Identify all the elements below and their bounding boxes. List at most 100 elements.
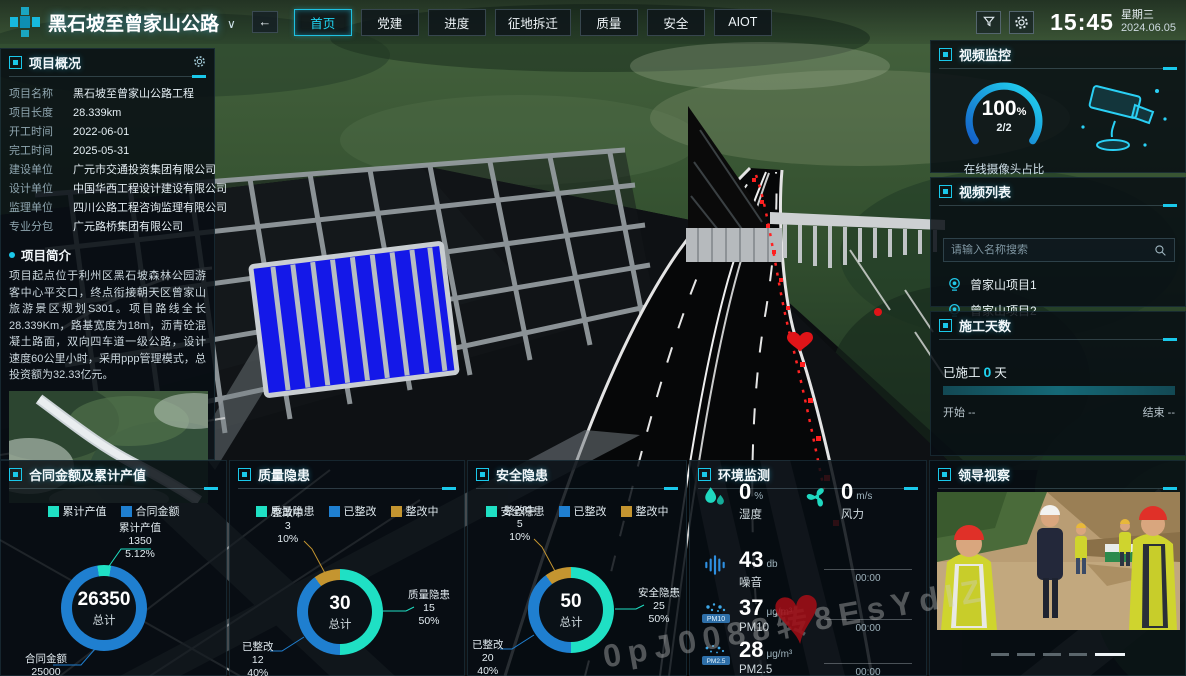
chart-legend: 累计产值 合同金额 xyxy=(1,503,226,519)
weekday: 星期三 xyxy=(1121,9,1176,22)
carousel-dash-active[interactable] xyxy=(1095,653,1125,656)
top-bar: 黑石坡至曾家山公路 ∨ ← 首页 党建 进度 征地拆迁 质量 安全 AIOT 1… xyxy=(0,0,1186,44)
project-overview-panel: 项目概况 项目名称黑石坡至曾家山公路工程 项目长度28.339km 开工时间20… xyxy=(0,48,215,460)
carousel-dash[interactable] xyxy=(1017,653,1035,656)
cctv-camera-icon xyxy=(1071,79,1175,165)
humidity-icon xyxy=(702,481,732,515)
carousel-dash[interactable] xyxy=(991,653,1009,656)
chevron-down-icon[interactable]: ∨ xyxy=(227,17,236,31)
days-progress-bar xyxy=(943,386,1175,395)
svg-text:PM10: PM10 xyxy=(707,616,725,623)
bullet-icon xyxy=(9,252,15,258)
quality-hazard-panel: 质量隐患 质量隐患 已整改 整改中 30 总计 整改中310% xyxy=(229,460,465,676)
panel-title: 视频列表 xyxy=(959,182,1011,201)
panel-title: 项目概况 xyxy=(29,53,81,72)
time: 15:45 xyxy=(1050,9,1114,36)
tab-progress[interactable]: 进度 xyxy=(428,9,486,36)
blue-sign-board xyxy=(251,243,457,395)
panel-bracket-icon xyxy=(238,468,251,481)
pm10-trend-axis: 00:00 xyxy=(824,619,912,634)
panel-bracket-icon xyxy=(9,56,22,69)
picture-icon xyxy=(938,468,951,481)
callout-contract: 合同金额2500094.88% xyxy=(25,653,67,676)
app-logo-icon xyxy=(10,7,40,37)
tab-safety[interactable]: 安全 xyxy=(647,9,705,36)
filter-button[interactable] xyxy=(976,11,1001,34)
back-button[interactable]: ← xyxy=(252,11,278,33)
noise-icon xyxy=(702,549,732,583)
construction-days-panel: 施工天数 已施工0天 开始 -- 结束 -- xyxy=(930,311,1186,456)
photo-carousel xyxy=(930,653,1185,656)
filter-icon xyxy=(982,15,996,29)
callout-output: 累计产值13505.12% xyxy=(119,522,161,561)
panel-bracket-icon xyxy=(9,468,22,481)
field-row: 建设单位广元市交通投资集团有限公司 xyxy=(9,161,206,180)
overview-fields: 项目名称黑石坡至曾家山公路工程 项目长度28.339km 开工时间2022-06… xyxy=(1,77,214,239)
camera-online-gauge: 100% 2/2 在线摄像头占比 xyxy=(949,73,1059,158)
field-row: 监理单位四川公路工程咨询监理有限公司 xyxy=(9,199,206,218)
field-row: 设计单位中国华西工程设计建设有限公司 xyxy=(9,180,206,199)
gear-icon xyxy=(1014,15,1029,30)
tab-party-building[interactable]: 党建 xyxy=(361,9,419,36)
clock: 15:45 星期三 2024.06.05 xyxy=(1050,9,1176,36)
metric-pm10: PM10 37μg/m³PM10 xyxy=(702,597,792,634)
svg-text:PM2.5: PM2.5 xyxy=(707,658,726,665)
end-label: 结束 -- xyxy=(1143,404,1175,420)
panel-gear-icon[interactable] xyxy=(193,55,206,71)
tab-home[interactable]: 首页 xyxy=(294,9,352,36)
callout-hazard: 质量隐患1550% xyxy=(408,589,450,628)
panel-bracket-icon xyxy=(939,319,952,332)
chart-legend: 质量隐患 已整改 整改中 xyxy=(230,503,464,519)
callout-fixing: 整改中510% xyxy=(504,505,536,544)
tab-aiot[interactable]: AIOT xyxy=(714,9,772,36)
panel-title: 领导视察 xyxy=(958,465,1010,484)
pm10-icon: PM10 xyxy=(702,597,732,631)
panel-title: 施工天数 xyxy=(959,316,1011,335)
video-list-panel: 视频列表 曾家山项目1 曾家山项目2 xyxy=(930,177,1186,307)
panel-bracket-icon xyxy=(939,185,952,198)
field-row: 专业分包广元路桥集团有限公司 xyxy=(9,218,206,237)
video-list-item[interactable]: 曾家山项目1 xyxy=(947,276,1037,293)
pm25-trend-axis: 00:00 xyxy=(824,663,912,676)
contract-output-panel: 合同金额及累计产值 累计产值 合同金额 26350 总计 累计产值13505.1… xyxy=(0,460,227,676)
tab-land-requisition[interactable]: 征地拆迁 xyxy=(495,9,571,36)
carousel-dash[interactable] xyxy=(1069,653,1087,656)
intro-title: 项目简介 xyxy=(21,245,71,264)
intro-text: 项目起点位于利州区黑石坡森林公园游客中心平交口，终点衔接朝天区曾家山旅游景区规划… xyxy=(1,266,214,386)
panel-title: 质量隐患 xyxy=(258,465,310,484)
pm25-icon: PM2.5 xyxy=(702,639,732,673)
metric-pm25: PM2.5 28μg/m³PM2.5 xyxy=(702,639,792,676)
field-row: 项目名称黑石坡至曾家山公路工程 xyxy=(9,85,206,104)
start-label: 开始 -- xyxy=(943,404,975,420)
panel-title: 安全隐患 xyxy=(496,465,548,484)
panel-title: 合同金额及累计产值 xyxy=(29,465,146,484)
chart-legend: 安全隐患 已整改 整改中 xyxy=(468,503,686,519)
field-row: 开工时间2022-06-01 xyxy=(9,123,206,142)
nav-tabs: 首页 党建 进度 征地拆迁 质量 安全 AIOT xyxy=(294,9,772,36)
callout-hazard: 安全隐患2550% xyxy=(638,587,680,626)
carousel-dash[interactable] xyxy=(1043,653,1061,656)
field-row: 完工时间2025-05-31 xyxy=(9,142,206,161)
panel-title: 视频监控 xyxy=(959,45,1011,64)
search-input[interactable] xyxy=(951,244,1154,256)
date: 2024.06.05 xyxy=(1121,22,1176,35)
search-icon[interactable] xyxy=(1154,244,1167,257)
safety-hazard-panel: 安全隐患 安全隐患 已整改 整改中 50 总计 整改中510% xyxy=(467,460,687,676)
callout-fixing: 整改中310% xyxy=(272,507,304,546)
leader-visit-panel: 领导视察 xyxy=(929,460,1186,676)
noise-trend-axis: 00:00 xyxy=(824,569,912,584)
panel-bracket-icon xyxy=(476,468,489,481)
dashboard: 黑石坡至曾家山公路 ∨ ← 首页 党建 进度 征地拆迁 质量 安全 AIOT 1… xyxy=(0,0,1186,676)
tab-quality[interactable]: 质量 xyxy=(580,9,638,36)
video-monitor-panel: 视频监控 100% 2/2 在线摄像头占比 xyxy=(930,40,1186,173)
settings-button[interactable] xyxy=(1009,11,1034,34)
metric-noise: 43db噪音 xyxy=(702,549,778,590)
inspection-photo[interactable] xyxy=(937,492,1180,630)
video-search-box xyxy=(943,238,1175,262)
metric-humidity: 0%湿度 xyxy=(702,481,763,522)
webcam-icon xyxy=(947,277,962,292)
callout-fixed: 已整改1240% xyxy=(242,641,274,676)
environment-panel: 环境监测 0%湿度 0m/s风力 xyxy=(689,460,927,676)
panel-bracket-icon xyxy=(939,48,952,61)
callout-fixed: 已整改2040% xyxy=(472,639,504,676)
